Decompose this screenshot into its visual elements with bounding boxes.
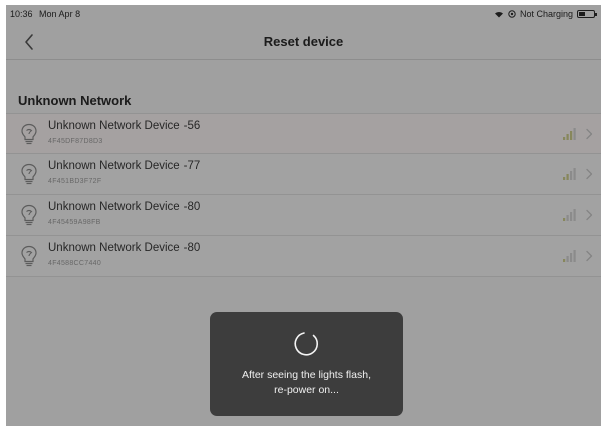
hud-message: After seeing the lights flash, re-power … — [242, 369, 371, 396]
spinner-icon — [294, 332, 318, 356]
progress-hud: After seeing the lights flash, re-power … — [210, 312, 403, 416]
app-screen: 10:36 Mon Apr 8 Not Charging Reset devic… — [6, 5, 601, 426]
